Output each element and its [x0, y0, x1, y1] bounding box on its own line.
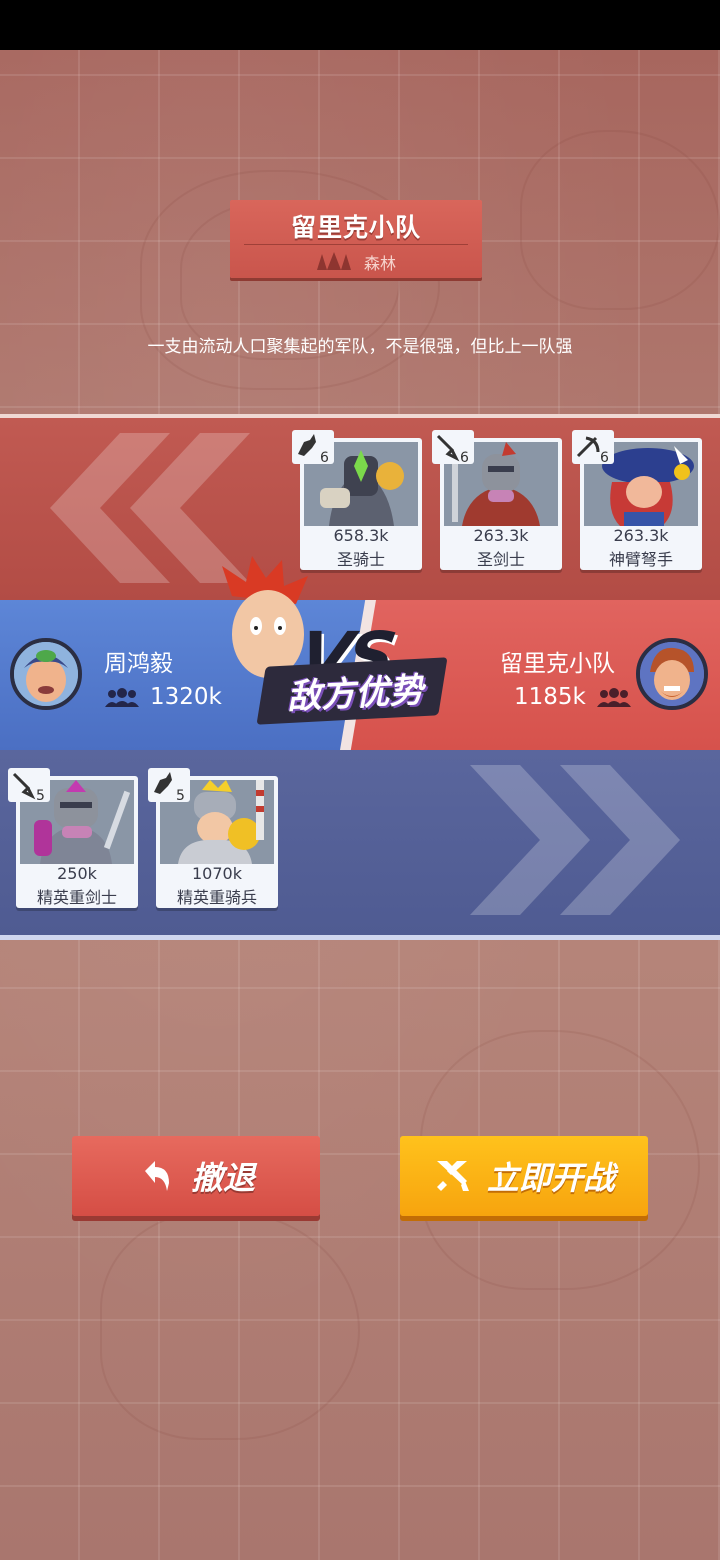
enemy-unit-card[interactable]: 6 263.3k 圣剑士 — [432, 430, 562, 570]
squad-description: 一支由流动人口聚集起的军队，不是很强，但比上一队强 — [147, 337, 573, 357]
unit-name: 神臂弩手 — [608, 550, 673, 569]
retreat-label: 撤退 — [190, 1159, 255, 1197]
unit-level: 6 — [320, 450, 329, 466]
unit-power: 250k — [57, 864, 97, 883]
enemy-squad-title: 留里克小队 — [290, 213, 421, 242]
player-avatar[interactable] — [10, 638, 82, 710]
player-name: 周鸿毅 — [104, 651, 173, 677]
crossed-swords-icon — [436, 1161, 469, 1191]
enemy-unit-card[interactable]: 6 263.3k 神臂弩手 — [572, 430, 702, 570]
player-unit-card[interactable]: 5 250k 精英重剑士 — [8, 768, 138, 908]
unit-level: 6 — [600, 450, 609, 466]
enemy-unit-card[interactable]: 6 658.3k 圣骑士 — [292, 430, 422, 570]
unit-name: 精英重骑兵 — [176, 888, 257, 907]
people-icon — [105, 688, 139, 707]
retreat-button[interactable]: 撤退 — [72, 1136, 320, 1216]
chevron-right-icon — [560, 765, 680, 915]
battle-advantage-status: 敌方优势 — [286, 670, 425, 718]
enemy-power: 1185k — [514, 684, 632, 710]
unit-name: 圣剑士 — [476, 550, 525, 569]
return-arrow-icon — [144, 1161, 169, 1191]
player-power: 1320k — [104, 684, 222, 710]
status-bar — [0, 0, 720, 50]
unit-name: 精英重剑士 — [36, 888, 117, 907]
unit-power: 658.3k — [333, 526, 389, 545]
start-battle-button[interactable]: 立即开战 — [400, 1136, 648, 1216]
unit-level: 5 — [36, 788, 45, 804]
unit-level: 6 — [460, 450, 469, 466]
terrain-label: 森林 — [363, 254, 396, 273]
title-banner: 留里克小队 森林 — [230, 200, 482, 278]
unit-power: 1070k — [192, 864, 242, 883]
people-icon — [596, 688, 631, 707]
enemy-avatar[interactable] — [636, 638, 708, 710]
unit-power: 263.3k — [613, 526, 669, 545]
unit-power: 263.3k — [473, 526, 529, 545]
enemy-name: 留里克小队 — [500, 651, 615, 677]
forest-icon — [316, 252, 351, 270]
enemy-power-value: 1185k — [514, 684, 586, 710]
unit-level: 5 — [176, 788, 185, 804]
start-battle-label: 立即开战 — [486, 1159, 615, 1197]
player-unit-card[interactable]: 5 1070k 精英重骑兵 — [148, 768, 278, 908]
